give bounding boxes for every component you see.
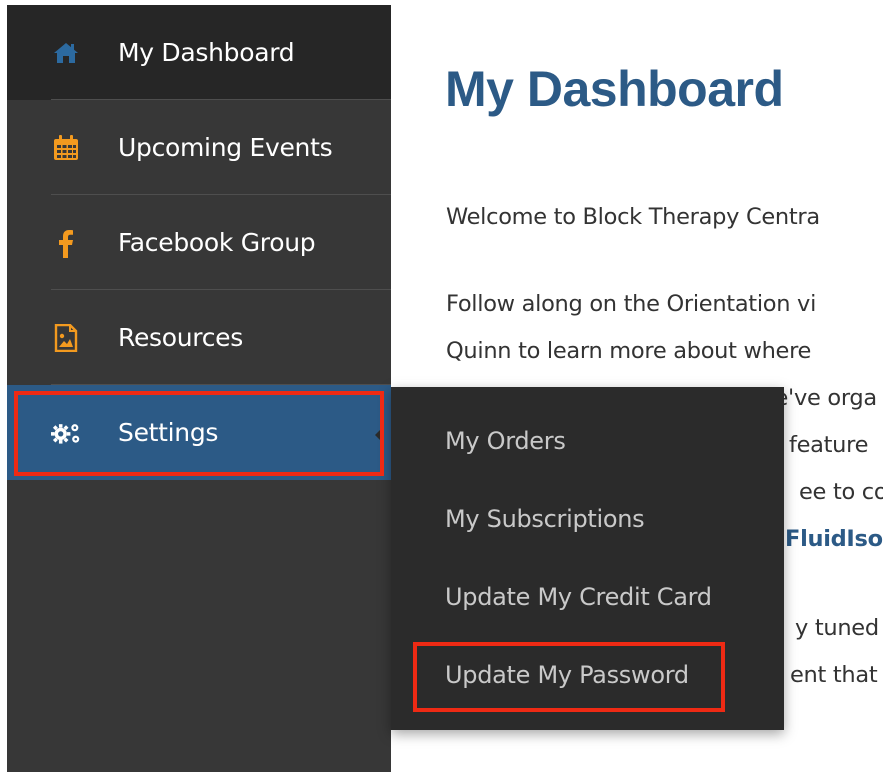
welcome-text: Welcome to Block Therapy Centra xyxy=(446,204,820,230)
sidebar-item-label: Resources xyxy=(118,323,243,352)
sidebar-item-settings[interactable]: Settings xyxy=(7,385,391,480)
image-file-icon xyxy=(51,323,81,353)
body-link[interactable]: FluidIso xyxy=(785,515,883,563)
sidebar-item-label: Settings xyxy=(118,418,219,447)
sidebar-item-facebook-group[interactable]: Facebook Group xyxy=(7,195,391,290)
settings-dropdown: My Orders My Subscriptions Update My Cre… xyxy=(391,387,784,730)
page-title: My Dashboard xyxy=(445,61,784,117)
body-text: feature xyxy=(789,432,869,458)
gears-icon xyxy=(51,418,81,448)
body-text: ee to co xyxy=(799,479,883,505)
sidebar-item-my-dashboard[interactable]: My Dashboard xyxy=(7,5,391,100)
sidebar-item-label: My Dashboard xyxy=(118,38,295,67)
menu-item-update-credit-card[interactable]: Update My Credit Card xyxy=(445,583,712,611)
body-text: ent that xyxy=(790,662,878,688)
sidebar-item-label: Facebook Group xyxy=(118,228,316,257)
menu-item-update-password[interactable]: Update My Password xyxy=(445,661,689,689)
calendar-icon xyxy=(51,133,81,163)
sidebar: My Dashboard Upcoming Events Facebook Gr… xyxy=(7,5,391,772)
body-text: Follow along on the Orientation vi xyxy=(446,291,817,317)
sidebar-item-resources[interactable]: Resources xyxy=(7,290,391,385)
body-text: Quinn to learn more about where xyxy=(446,338,812,364)
home-icon xyxy=(51,38,81,68)
facebook-icon xyxy=(51,228,81,258)
body-text: y tuned xyxy=(795,615,879,641)
sidebar-item-label: Upcoming Events xyxy=(118,133,333,162)
sidebar-item-upcoming-events[interactable]: Upcoming Events xyxy=(7,100,391,195)
submenu-caret xyxy=(375,428,382,442)
menu-item-my-subscriptions[interactable]: My Subscriptions xyxy=(445,505,645,533)
menu-item-my-orders[interactable]: My Orders xyxy=(445,427,566,455)
